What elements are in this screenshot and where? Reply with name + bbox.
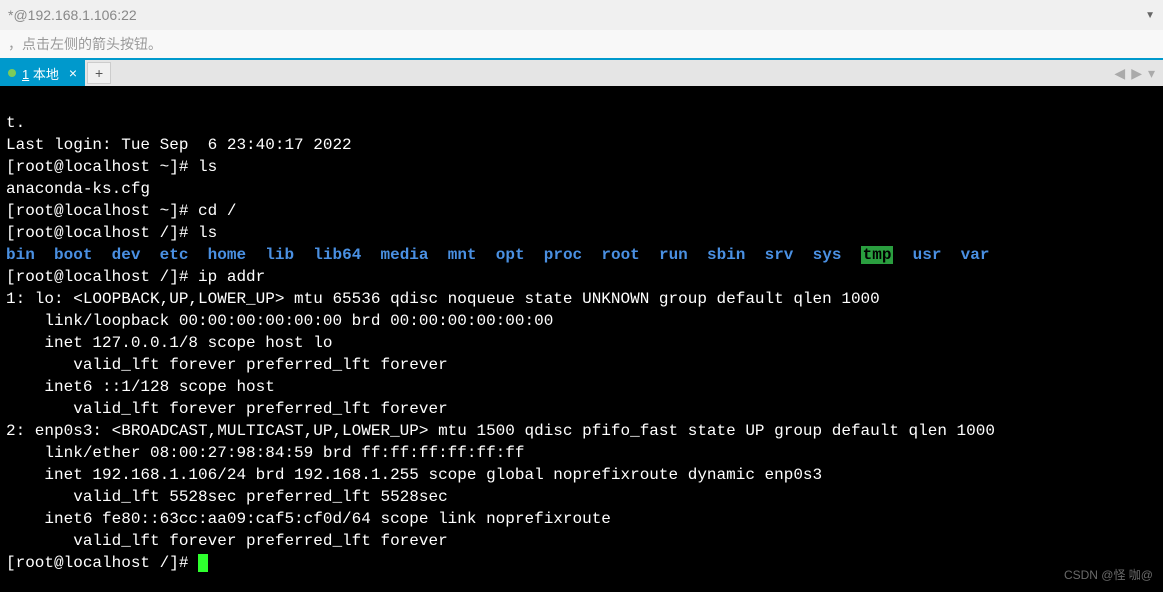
command: ls <box>198 224 217 242</box>
terminal-line: valid_lft 5528sec preferred_lft 5528sec <box>6 488 448 506</box>
dir: sbin <box>707 246 745 264</box>
dir: etc <box>160 246 189 264</box>
hint-bar: ，点击左侧的箭头按钮。 <box>0 30 1163 58</box>
dir: srv <box>765 246 794 264</box>
terminal-line: 1: lo: <LOOPBACK,UP,LOWER_UP> mtu 65536 … <box>6 290 880 308</box>
dir: lib <box>265 246 294 264</box>
dir: run <box>659 246 688 264</box>
command: cd / <box>198 202 236 220</box>
tab-next-icon[interactable]: ▶ <box>1131 65 1142 82</box>
hint-text: ，点击左侧的箭头按钮。 <box>8 34 162 54</box>
terminal-line: valid_lft forever preferred_lft forever <box>6 356 448 374</box>
prompt: [root@localhost /]# <box>6 554 198 572</box>
dir: var <box>961 246 990 264</box>
dir: tmp <box>861 246 894 264</box>
terminal-line: link/ether 08:00:27:98:84:59 brd ff:ff:f… <box>6 444 524 462</box>
terminal-line: t. <box>6 114 25 132</box>
prompt: [root@localhost /]# <box>6 224 198 242</box>
terminal-line: Last login: Tue Sep 6 23:40:17 2022 <box>6 136 352 154</box>
tab-nav: ◀ ▶ ▾ <box>1114 60 1163 86</box>
dir: lib64 <box>313 246 361 264</box>
terminal-line: valid_lft forever preferred_lft forever <box>6 400 448 418</box>
dir: sys <box>813 246 842 264</box>
command: ls <box>198 158 217 176</box>
watermark: CSDN @怪 咖@ <box>1064 564 1153 586</box>
terminal-line: anaconda-ks.cfg <box>6 180 150 198</box>
status-dot-icon <box>8 69 16 77</box>
terminal-line: valid_lft forever preferred_lft forever <box>6 532 448 550</box>
dir: media <box>381 246 429 264</box>
cursor <box>198 554 208 572</box>
terminal-line: inet 192.168.1.106/24 brd 192.168.1.255 … <box>6 466 822 484</box>
dir: boot <box>54 246 92 264</box>
dir: mnt <box>448 246 477 264</box>
tab-bar: 1 本地 × + ◀ ▶ ▾ <box>0 58 1163 86</box>
close-icon[interactable]: × <box>69 65 77 81</box>
dir: opt <box>496 246 525 264</box>
tab-add-button[interactable]: + <box>87 62 111 84</box>
tab-label: 本地 <box>33 67 59 82</box>
terminal-line: inet6 fe80::63cc:aa09:caf5:cf0d/64 scope… <box>6 510 611 528</box>
dir: root <box>601 246 639 264</box>
tab-number: 1 <box>22 67 29 82</box>
dir: home <box>208 246 246 264</box>
terminal-line: inet 127.0.0.1/8 scope host lo <box>6 334 332 352</box>
terminal[interactable]: t. Last login: Tue Sep 6 23:40:17 2022 [… <box>0 86 1163 592</box>
tab-list-icon[interactable]: ▾ <box>1148 65 1155 82</box>
tab-local[interactable]: 1 本地 × <box>0 60 85 86</box>
prompt: [root@localhost ~]# <box>6 202 198 220</box>
dir: usr <box>913 246 942 264</box>
command: ip addr <box>198 268 265 286</box>
terminal-line: inet6 ::1/128 scope host <box>6 378 275 396</box>
terminal-line: 2: enp0s3: <BROADCAST,MULTICAST,UP,LOWER… <box>6 422 995 440</box>
title-bar: *@192.168.1.106:22 ▼ <box>0 0 1163 30</box>
dropdown-icon[interactable]: ▼ <box>1145 10 1155 21</box>
dir: proc <box>544 246 582 264</box>
window-title: *@192.168.1.106:22 <box>8 7 137 23</box>
terminal-line: link/loopback 00:00:00:00:00:00 brd 00:0… <box>6 312 553 330</box>
prompt: [root@localhost ~]# <box>6 158 198 176</box>
dir: dev <box>112 246 141 264</box>
prompt: [root@localhost /]# <box>6 268 198 286</box>
tab-prev-icon[interactable]: ◀ <box>1114 65 1125 82</box>
dir: bin <box>6 246 35 264</box>
